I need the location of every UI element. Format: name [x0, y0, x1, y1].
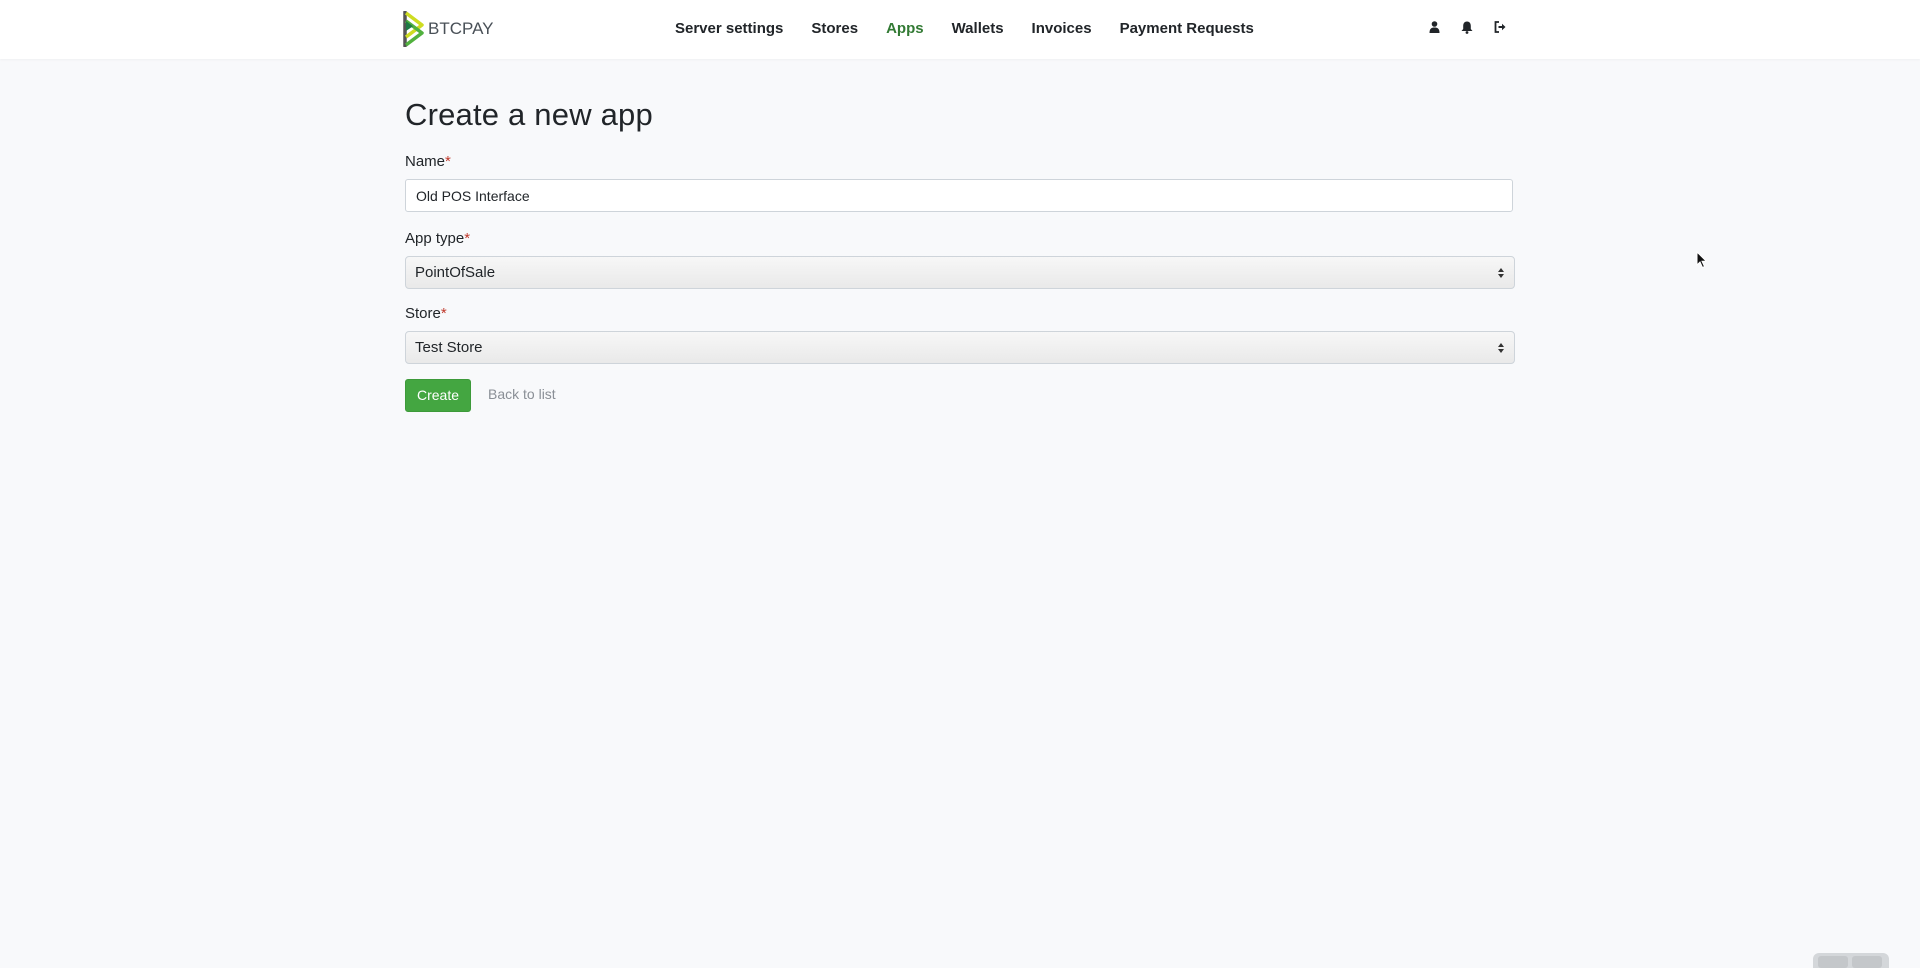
store-selected-value: Test Store	[415, 339, 483, 356]
name-label: Name*	[405, 153, 451, 171]
name-required-mark: *	[445, 153, 451, 170]
app-type-select[interactable]: PointOfSale	[405, 256, 1515, 289]
name-label-text: Name	[405, 153, 446, 170]
name-input[interactable]	[405, 179, 1513, 212]
btcpay-logo[interactable]: BTCPAY	[403, 11, 494, 47]
btcpay-logo-icon	[403, 11, 424, 47]
bell-icon[interactable]	[1459, 19, 1475, 35]
corner-widget-tab[interactable]	[1852, 956, 1882, 968]
nav-apps[interactable]: Apps	[886, 18, 924, 40]
corner-toolbar-widget[interactable]	[1813, 953, 1889, 968]
store-label-text: Store	[405, 305, 441, 322]
store-select[interactable]: Test Store	[405, 331, 1515, 364]
top-navbar: BTCPAY Server settings Stores Apps Walle…	[0, 0, 1920, 59]
app-type-selected-value: PointOfSale	[415, 264, 496, 281]
nav-invoices[interactable]: Invoices	[1032, 18, 1092, 40]
nav-payment-requests[interactable]: Payment Requests	[1120, 18, 1254, 40]
app-type-label-text: App type	[405, 230, 465, 247]
store-label: Store*	[405, 305, 447, 323]
page-title: Create a new app	[405, 97, 653, 132]
logo-text: BTCPAY	[428, 19, 494, 38]
corner-widget-tab[interactable]	[1818, 956, 1848, 968]
user-icon[interactable]	[1426, 19, 1442, 35]
back-to-list-link[interactable]: Back to list	[488, 386, 556, 402]
nav-wallets[interactable]: Wallets	[952, 18, 1004, 40]
sign-out-icon[interactable]	[1492, 19, 1508, 35]
mouse-cursor-icon	[1696, 251, 1708, 269]
select-arrows-icon	[1498, 268, 1504, 278]
create-app-form: Create a new app Name* App type* PointOf…	[405, 96, 1515, 412]
nav-stores[interactable]: Stores	[811, 18, 858, 40]
nav-icons	[1426, 19, 1525, 35]
store-required-mark: *	[440, 305, 447, 322]
select-arrows-icon	[1498, 343, 1504, 353]
app-type-required-mark: *	[464, 230, 471, 247]
create-button[interactable]: Create	[405, 379, 471, 412]
app-type-label: App type*	[405, 230, 470, 248]
nav-server-settings[interactable]: Server settings	[675, 18, 783, 40]
main-nav: Server settings Stores Apps Wallets Invo…	[675, 18, 1282, 40]
